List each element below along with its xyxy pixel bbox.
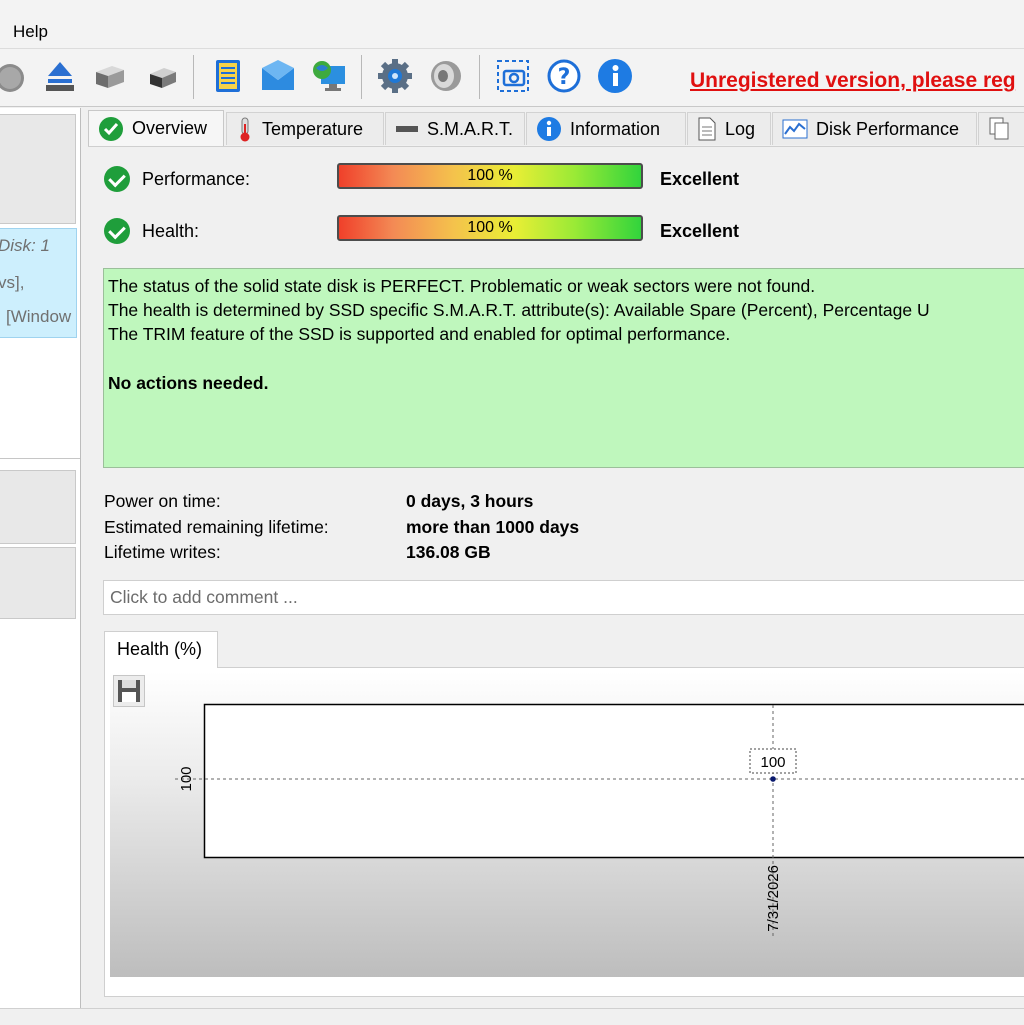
status-bar	[0, 1008, 1024, 1025]
data-label: 100	[760, 754, 785, 771]
plot-area	[205, 705, 1024, 858]
health-chart: 100 7/31/2026 100	[0, 0, 1024, 1008]
y-tick-label: 100	[178, 766, 195, 791]
data-point	[770, 776, 776, 782]
x-tick-label: 7/31/2026	[765, 865, 782, 932]
